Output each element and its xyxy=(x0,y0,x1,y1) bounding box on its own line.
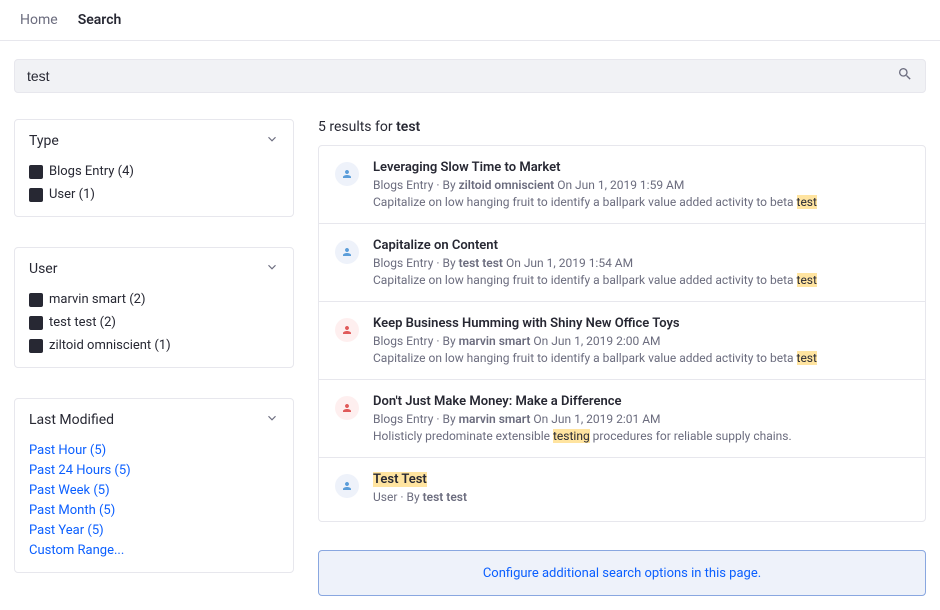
facet-type-header[interactable]: Type xyxy=(29,132,279,150)
result-body: Leveraging Slow Time to Market Blogs Ent… xyxy=(373,160,909,209)
highlight: Test Test xyxy=(373,472,427,487)
result-body: Keep Business Humming with Shiny New Off… xyxy=(373,316,909,365)
checkbox-icon xyxy=(29,293,43,307)
result-meta: Blogs Entry · By test test On Jun 1, 201… xyxy=(373,256,909,270)
facet-modified-item[interactable]: Past Week (5) xyxy=(29,483,279,498)
result-item[interactable]: Capitalize on Content Blogs Entry · By t… xyxy=(319,224,925,302)
search-input[interactable] xyxy=(27,68,897,84)
facet-user: User marvin smart (2) test test (2) zilt… xyxy=(14,247,294,368)
result-snippet: Holisticly predominate extensible testin… xyxy=(373,429,909,443)
result-snippet: Capitalize on low hanging fruit to ident… xyxy=(373,195,909,209)
result-body: Test Test User · By test test xyxy=(373,472,909,507)
facet-user-header[interactable]: User xyxy=(29,260,279,278)
facet-user-list: marvin smart (2) test test (2) ziltoid o… xyxy=(29,292,279,353)
user-avatar-icon xyxy=(335,318,359,342)
result-title: Leveraging Slow Time to Market xyxy=(373,160,909,175)
result-title: Keep Business Humming with Shiny New Off… xyxy=(373,316,909,331)
results-count-prefix: 5 results for xyxy=(318,119,396,135)
result-snippet: Capitalize on low hanging fruit to ident… xyxy=(373,273,909,287)
facet-type-item[interactable]: User (1) xyxy=(29,187,279,202)
facet-type: Type Blogs Entry (4) User (1) xyxy=(14,119,294,217)
config-banner: Configure additional search options in t… xyxy=(318,550,926,596)
results-main: 5 results for test Leveraging Slow Time … xyxy=(318,119,926,596)
config-banner-link[interactable]: Configure additional search options in t… xyxy=(483,566,761,581)
user-avatar-icon xyxy=(335,396,359,420)
facet-type-title: Type xyxy=(29,133,59,149)
facet-modified-item[interactable]: Custom Range... xyxy=(29,543,279,558)
top-nav: Home Search xyxy=(0,0,940,41)
facet-user-title: User xyxy=(29,261,57,277)
facet-modified-item[interactable]: Past 24 Hours (5) xyxy=(29,463,279,478)
checkbox-icon xyxy=(29,188,43,202)
facet-item-label: ziltoid omniscient (1) xyxy=(49,338,171,353)
chevron-down-icon xyxy=(265,132,279,150)
nav-search[interactable]: Search xyxy=(78,12,122,28)
result-item[interactable]: Don't Just Make Money: Make a Difference… xyxy=(319,380,925,458)
checkbox-icon xyxy=(29,316,43,330)
user-avatar-icon xyxy=(335,474,359,498)
facet-modified-item[interactable]: Past Year (5) xyxy=(29,523,279,538)
checkbox-icon xyxy=(29,165,43,179)
highlight: testing xyxy=(553,429,590,443)
facet-item-label: User (1) xyxy=(49,187,95,202)
facet-modified-list: Past Hour (5) Past 24 Hours (5) Past Wee… xyxy=(29,443,279,558)
facet-modified-item[interactable]: Past Month (5) xyxy=(29,503,279,518)
facet-type-list: Blogs Entry (4) User (1) xyxy=(29,164,279,202)
result-item[interactable]: Test Test User · By test test xyxy=(319,458,925,521)
facet-item-label: marvin smart (2) xyxy=(49,292,146,307)
results-count-term: test xyxy=(396,119,420,135)
facets-sidebar: Type Blogs Entry (4) User (1) User xyxy=(14,119,294,573)
highlight: test xyxy=(797,273,817,287)
result-title: Test Test xyxy=(373,472,909,487)
user-avatar-icon xyxy=(335,162,359,186)
result-meta: User · By test test xyxy=(373,490,909,504)
results-list: Leveraging Slow Time to Market Blogs Ent… xyxy=(318,145,926,522)
results-count: 5 results for test xyxy=(318,119,926,135)
chevron-down-icon xyxy=(265,260,279,278)
checkbox-icon xyxy=(29,339,43,353)
facet-item-label: Blogs Entry (4) xyxy=(49,164,134,179)
facet-type-item[interactable]: Blogs Entry (4) xyxy=(29,164,279,179)
user-avatar-icon xyxy=(335,240,359,264)
result-snippet: Capitalize on low hanging fruit to ident… xyxy=(373,351,909,365)
result-meta: Blogs Entry · By marvin smart On Jun 1, … xyxy=(373,334,909,348)
result-meta: Blogs Entry · By marvin smart On Jun 1, … xyxy=(373,412,909,426)
result-meta: Blogs Entry · By ziltoid omniscient On J… xyxy=(373,178,909,192)
result-item[interactable]: Keep Business Humming with Shiny New Off… xyxy=(319,302,925,380)
search-bar xyxy=(14,59,926,93)
result-item[interactable]: Leveraging Slow Time to Market Blogs Ent… xyxy=(319,146,925,224)
result-body: Don't Just Make Money: Make a Difference… xyxy=(373,394,909,443)
result-title: Don't Just Make Money: Make a Difference xyxy=(373,394,909,409)
nav-home[interactable]: Home xyxy=(20,12,58,28)
facet-user-item[interactable]: test test (2) xyxy=(29,315,279,330)
facet-user-item[interactable]: ziltoid omniscient (1) xyxy=(29,338,279,353)
facet-modified-item[interactable]: Past Hour (5) xyxy=(29,443,279,458)
facet-modified: Last Modified Past Hour (5) Past 24 Hour… xyxy=(14,398,294,573)
facet-modified-title: Last Modified xyxy=(29,412,114,428)
facet-modified-header[interactable]: Last Modified xyxy=(29,411,279,429)
search-icon[interactable] xyxy=(897,66,913,86)
result-title: Capitalize on Content xyxy=(373,238,909,253)
facet-user-item[interactable]: marvin smart (2) xyxy=(29,292,279,307)
facet-item-label: test test (2) xyxy=(49,315,116,330)
highlight: test xyxy=(797,195,817,209)
highlight: test xyxy=(797,351,817,365)
result-body: Capitalize on Content Blogs Entry · By t… xyxy=(373,238,909,287)
chevron-down-icon xyxy=(265,411,279,429)
